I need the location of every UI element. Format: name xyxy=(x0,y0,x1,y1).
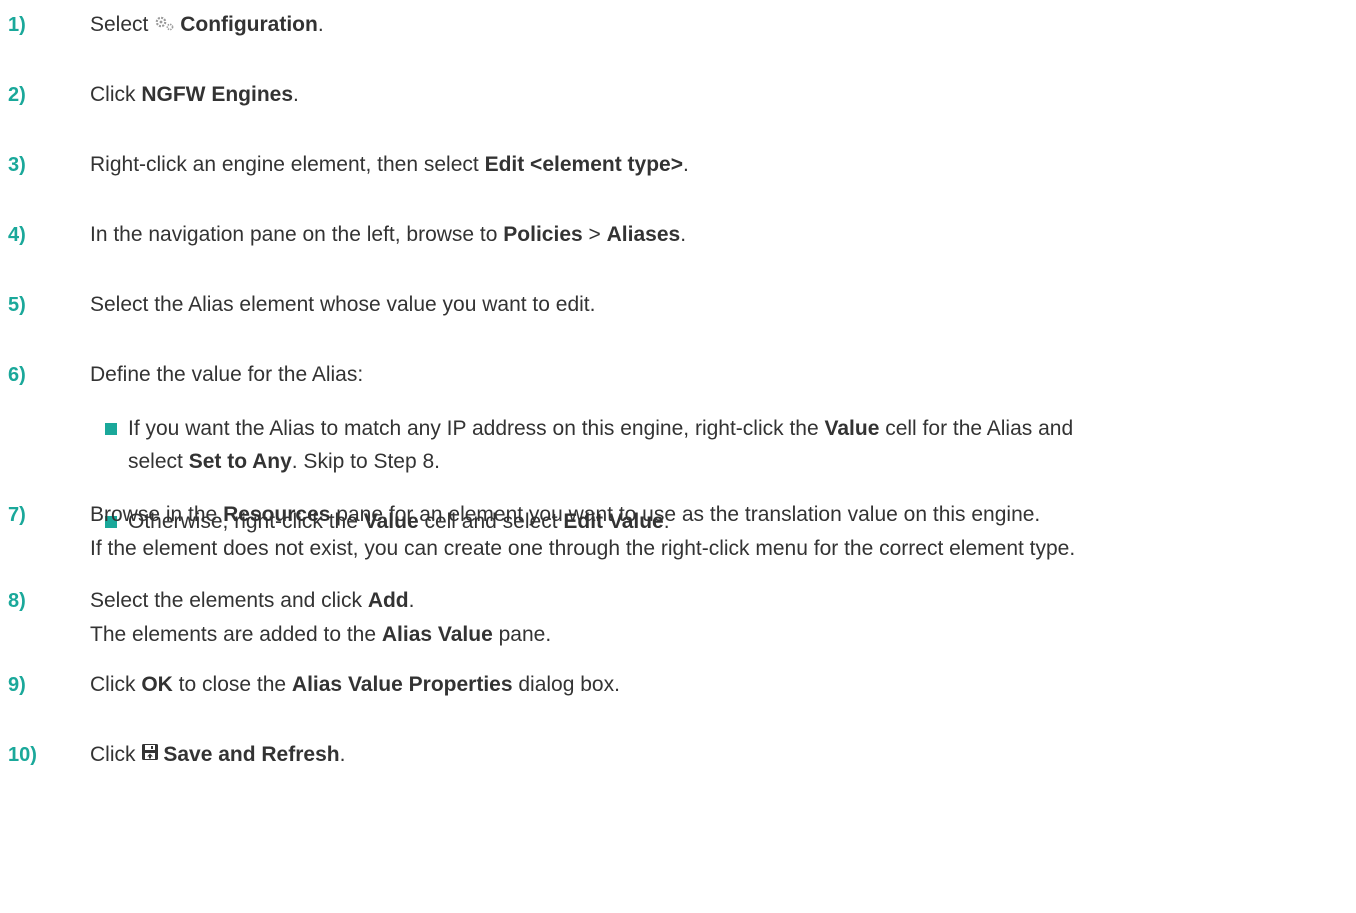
gear-icon xyxy=(154,8,176,42)
text-run: Click xyxy=(90,743,142,766)
step-number: 4) xyxy=(8,224,26,246)
text-run: . xyxy=(317,13,324,36)
bullet-item-text: If you want the Alias to match any IP ad… xyxy=(128,412,1348,445)
text-run: to close the xyxy=(172,673,292,696)
step-text: Click NGFW Engines. xyxy=(90,78,1352,112)
text-run: Select the elements and click xyxy=(90,589,368,612)
text-run: If you want the Alias to match any IP ad… xyxy=(128,417,825,440)
text-run: Select xyxy=(90,13,155,36)
step-number: 3) xyxy=(8,154,26,176)
text-run: . Skip to Step 8. xyxy=(291,450,441,473)
text-run: > xyxy=(582,223,607,246)
text-run: pane. xyxy=(492,623,552,646)
step-text: Define the value for the Alias: xyxy=(90,358,1352,392)
step-number: 9) xyxy=(8,674,26,696)
bold-term: Add xyxy=(367,589,409,612)
step-text: Right-click an engine element, then sele… xyxy=(90,148,1352,182)
step-text: Browse in the Resources pane for an elem… xyxy=(90,498,1352,532)
text-run: If the element does not exist, you can c… xyxy=(90,537,1076,560)
bold-term: Alias Value xyxy=(381,623,493,646)
step-text: Select Configuration. xyxy=(90,8,1352,42)
bold-term: Edit <element type> xyxy=(484,153,683,176)
bold-term: Set to Any xyxy=(188,450,292,473)
text-run: dialog box. xyxy=(512,673,620,696)
text-run: cell for the Alias and xyxy=(879,417,1074,440)
save-icon xyxy=(141,738,159,772)
bullet-square-icon xyxy=(105,423,117,435)
text-run: . xyxy=(293,83,299,106)
step-number: 10) xyxy=(8,744,37,766)
bold-term: Alias Value Properties xyxy=(291,673,513,696)
text-run: select xyxy=(128,450,189,473)
bold-term: Policies xyxy=(503,223,583,246)
text-run: The elements are added to the xyxy=(90,623,382,646)
text-run: Click xyxy=(90,83,142,106)
step-text: In the navigation pane on the left, brow… xyxy=(90,218,1352,252)
step-text: Select the Alias element whose value you… xyxy=(90,288,1352,322)
text-run: . xyxy=(339,743,346,766)
text-run: . xyxy=(682,153,689,176)
bold-term: Value xyxy=(824,417,880,440)
bold-term: Save and Refresh xyxy=(163,743,340,766)
step-text: Click Save and Refresh. xyxy=(90,738,1352,772)
step-number: 2) xyxy=(8,84,26,106)
step-number: 6) xyxy=(8,364,26,386)
text-run: Select the Alias element whose value you… xyxy=(90,293,596,316)
bold-term: NGFW Engines xyxy=(141,83,294,106)
step-number: 8) xyxy=(8,590,26,612)
text-run: Define the value for the Alias: xyxy=(90,363,364,386)
bold-term: Configuration xyxy=(180,13,318,36)
step-number: 1) xyxy=(8,14,26,36)
step-result-text: If the element does not exist, you can c… xyxy=(90,532,1352,566)
step-text: Click OK to close the Alias Value Proper… xyxy=(90,668,1352,702)
text-run: Right-click an engine element, then sele… xyxy=(90,153,485,176)
bullet-item-text: select Set to Any. Skip to Step 8. xyxy=(128,445,1348,478)
text-run: Browse in the xyxy=(90,503,224,526)
bold-term: OK xyxy=(141,673,173,696)
step-number: 5) xyxy=(8,294,26,316)
text-run: . xyxy=(680,223,687,246)
text-run: pane for an element you want to use as t… xyxy=(330,503,1041,526)
bold-term: Resources xyxy=(223,503,331,526)
text-run: . xyxy=(408,589,415,612)
step-result-text: The elements are added to the Alias Valu… xyxy=(90,618,1352,652)
step-number: 7) xyxy=(8,504,26,526)
step-text: Select the elements and click Add. xyxy=(90,584,1352,618)
bold-term: Aliases xyxy=(606,223,681,246)
text-run: In the navigation pane on the left, brow… xyxy=(90,223,504,246)
text-run: Click xyxy=(90,673,142,696)
